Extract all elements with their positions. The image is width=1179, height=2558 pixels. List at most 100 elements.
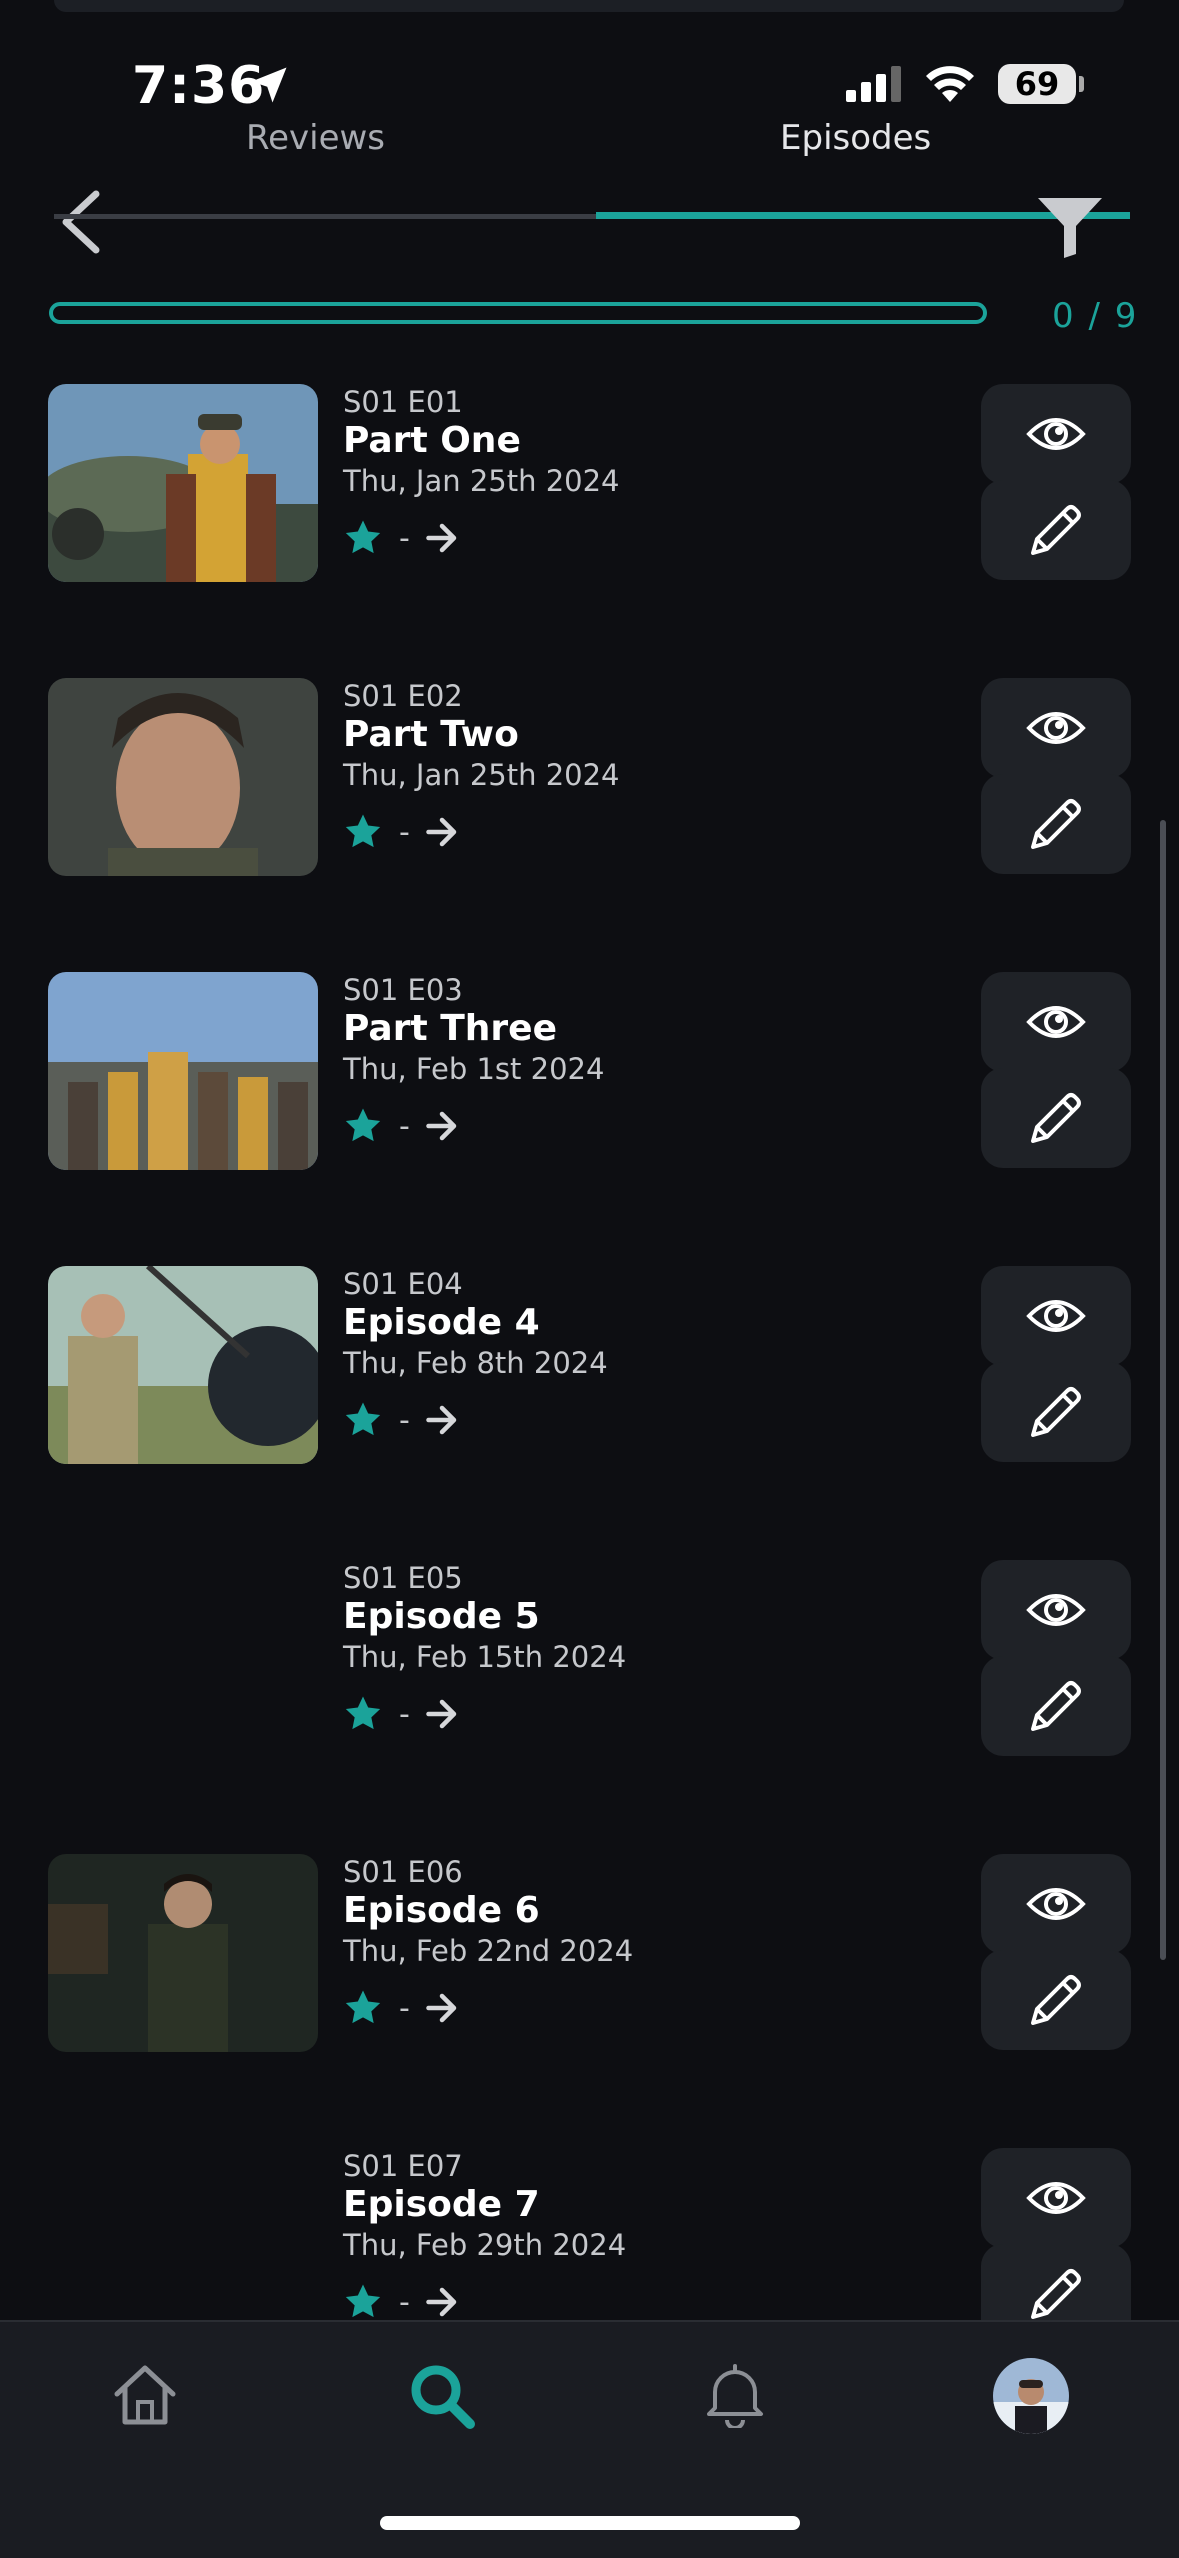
mark-watched-button[interactable] <box>981 678 1131 778</box>
filter-icon[interactable] <box>1036 196 1104 258</box>
watch-progress-bar <box>49 302 987 324</box>
mark-watched-button[interactable] <box>981 384 1131 484</box>
chevron-left-icon[interactable] <box>56 190 104 254</box>
star-icon[interactable] <box>343 2282 383 2320</box>
status-time: 7:36 <box>132 56 266 116</box>
arrow-right-icon[interactable] <box>424 1990 460 2026</box>
star-icon[interactable] <box>343 812 383 852</box>
episode-row[interactable]: S01 E07 Episode 7 Thu, Feb 29th 2024 - <box>0 2144 1179 2320</box>
star-icon[interactable] <box>343 1400 383 1440</box>
episode-date: Thu, Feb 8th 2024 <box>343 1346 608 1380</box>
arrow-right-icon[interactable] <box>424 814 460 850</box>
cellular-signal-icon <box>846 66 901 102</box>
bell-icon[interactable] <box>705 2362 765 2428</box>
mark-watched-button[interactable] <box>981 1560 1131 1660</box>
episode-row[interactable]: S01 E06 Episode 6 Thu, Feb 22nd 2024 - <box>0 1850 1179 2052</box>
pencil-icon <box>1031 505 1081 555</box>
episode-title: Episode 5 <box>343 1596 540 1637</box>
episode-title: Episode 6 <box>343 1890 540 1931</box>
episode-title: Part One <box>343 420 521 461</box>
eye-icon <box>1026 1300 1086 1332</box>
search-icon[interactable] <box>408 2362 476 2430</box>
watch-progress-count: 0 / 9 <box>1052 296 1139 336</box>
episode-thumbnail[interactable] <box>48 678 318 876</box>
episode-rating: - <box>399 1990 410 2026</box>
episode-row[interactable]: S01 E01 Part One Thu, Jan 25th 2024 - <box>0 380 1179 582</box>
tab-episodes[interactable]: Episodes <box>780 118 931 158</box>
episode-rating: - <box>399 1696 410 1732</box>
arrow-right-icon[interactable] <box>424 1402 460 1438</box>
episode-code: S01 E04 <box>343 1267 463 1301</box>
arrow-right-icon[interactable] <box>424 1696 460 1732</box>
episode-thumbnail[interactable] <box>48 972 318 1170</box>
edit-review-button[interactable] <box>981 2244 1131 2320</box>
scrollbar[interactable] <box>1160 820 1166 1960</box>
arrow-right-icon[interactable] <box>424 2284 460 2320</box>
edit-review-button[interactable] <box>981 1362 1131 1462</box>
episode-row[interactable]: S01 E05 Episode 5 Thu, Feb 15th 2024 - <box>0 1556 1179 1756</box>
episode-thumbnail[interactable] <box>48 1266 318 1464</box>
episode-date: Thu, Feb 15th 2024 <box>343 1640 627 1674</box>
mark-watched-button[interactable] <box>981 1266 1131 1366</box>
episode-code: S01 E05 <box>343 1561 463 1595</box>
mark-watched-button[interactable] <box>981 2148 1131 2248</box>
episode-date: Thu, Feb 29th 2024 <box>343 2228 627 2262</box>
episode-title: Episode 4 <box>343 1302 540 1343</box>
mark-watched-button[interactable] <box>981 972 1131 1072</box>
eye-icon <box>1026 1006 1086 1038</box>
home-indicator[interactable] <box>380 2516 800 2530</box>
episode-2-image <box>48 678 318 876</box>
star-icon[interactable] <box>343 1106 383 1146</box>
episode-code: S01 E02 <box>343 679 463 713</box>
episode-code: S01 E07 <box>343 2149 463 2183</box>
eye-icon <box>1026 418 1086 450</box>
eye-icon <box>1026 1594 1086 1626</box>
edit-review-button[interactable] <box>981 774 1131 874</box>
star-icon[interactable] <box>343 1694 383 1734</box>
episode-thumbnail[interactable] <box>48 1854 318 2052</box>
episode-3-image <box>48 972 318 1170</box>
profile-photo <box>993 2358 1069 2434</box>
eye-icon <box>1026 2182 1086 2214</box>
arrow-right-icon[interactable] <box>424 1108 460 1144</box>
episode-title: Part Three <box>343 1008 557 1049</box>
edit-review-button[interactable] <box>981 1068 1131 1168</box>
episode-6-image <box>48 1854 318 2052</box>
wifi-icon <box>926 66 974 102</box>
battery-cap <box>1079 76 1084 92</box>
tab-reviews[interactable]: Reviews <box>246 118 385 158</box>
edit-review-button[interactable] <box>981 1656 1131 1756</box>
episode-row[interactable]: S01 E04 Episode 4 Thu, Feb 8th 2024 - <box>0 1262 1179 1464</box>
episode-1-image <box>48 384 318 582</box>
episode-row[interactable]: S01 E03 Part Three Thu, Feb 1st 2024 - <box>0 968 1179 1170</box>
episode-row[interactable]: S01 E02 Part Two Thu, Jan 25th 2024 - <box>0 674 1179 876</box>
pencil-icon <box>1031 1387 1081 1437</box>
pencil-icon <box>1031 1093 1081 1143</box>
segment-tabs: Reviews Episodes <box>0 118 1179 168</box>
episode-date: Thu, Feb 1st 2024 <box>343 1052 605 1086</box>
episode-title: Part Two <box>343 714 519 755</box>
arrow-right-icon[interactable] <box>424 520 460 556</box>
star-icon[interactable] <box>343 518 383 558</box>
star-icon[interactable] <box>343 1988 383 2028</box>
location-arrow-icon <box>251 67 287 103</box>
episode-list: S01 E01 Part One Thu, Jan 25th 2024 - S0… <box>0 380 1179 2320</box>
episode-code: S01 E06 <box>343 1855 463 1889</box>
eye-icon <box>1026 1888 1086 1920</box>
pencil-icon <box>1031 2269 1081 2319</box>
pencil-icon <box>1031 1975 1081 2025</box>
edit-review-button[interactable] <box>981 1950 1131 2050</box>
pencil-icon <box>1031 1681 1081 1731</box>
episode-thumbnail[interactable] <box>48 384 318 582</box>
episode-date: Thu, Feb 22nd 2024 <box>343 1934 634 1968</box>
battery-indicator: 69 <box>998 64 1076 104</box>
eye-icon <box>1026 712 1086 744</box>
pencil-icon <box>1031 799 1081 849</box>
edit-review-button[interactable] <box>981 480 1131 580</box>
episode-rating: - <box>399 1108 410 1144</box>
home-icon[interactable] <box>113 2364 177 2426</box>
episode-4-image <box>48 1266 318 1464</box>
mark-watched-button[interactable] <box>981 1854 1131 1954</box>
avatar[interactable] <box>993 2358 1069 2434</box>
episode-rating: - <box>399 2284 410 2320</box>
